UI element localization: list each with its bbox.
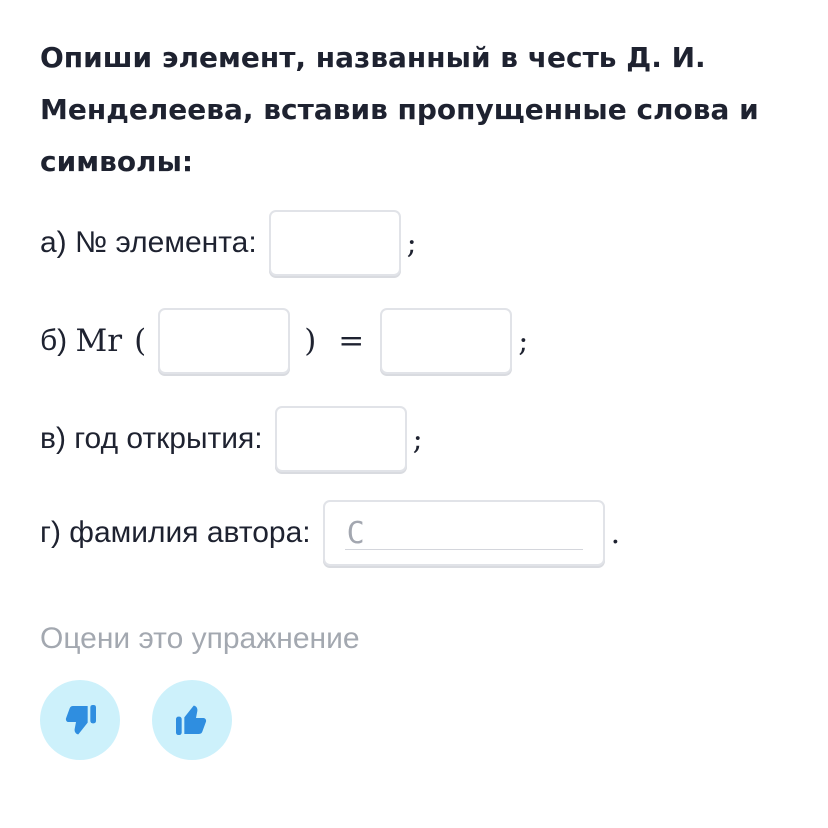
element-number-input[interactable] xyxy=(268,210,401,276)
equals-sign: = xyxy=(338,323,365,359)
question-line-3: символы: xyxy=(40,145,194,178)
thumbs-down-icon xyxy=(65,705,96,735)
thumbs-up-icon xyxy=(176,705,207,735)
author-surname-value: С xyxy=(346,516,365,551)
item-d-row: г) фамилия автора: С . xyxy=(40,500,620,566)
like-button[interactable] xyxy=(152,680,232,760)
input-underline xyxy=(344,549,583,550)
item-c-semicolon: ; xyxy=(412,421,423,457)
dislike-button[interactable] xyxy=(40,680,120,760)
question-line-1: Опиши элемент, названный в честь Д. И. xyxy=(40,41,706,74)
item-a-semicolon: ; xyxy=(406,225,417,261)
rate-exercise-label: Оцени это упражнение xyxy=(40,622,360,655)
item-a-label: № элемента: xyxy=(75,226,257,259)
item-a-row: а) № элемента: ; xyxy=(40,210,417,276)
mr-label: Mr xyxy=(75,323,123,359)
question-text: Опиши элемент, названный в честь Д. И. М… xyxy=(40,32,780,188)
item-a-prefix: а) xyxy=(40,226,76,259)
item-b-row: б) Mr ( ) = ; xyxy=(40,308,528,374)
molar-mass-input[interactable] xyxy=(380,308,513,374)
open-paren: ( xyxy=(134,323,147,359)
element-symbol-input[interactable] xyxy=(158,308,291,374)
item-d-label: г) фамилия автора: xyxy=(40,516,311,549)
item-b-semicolon: ; xyxy=(518,323,529,359)
item-d-period: . xyxy=(610,515,621,551)
item-c-row: в) год открытия: ; xyxy=(40,406,423,472)
close-paren: ) xyxy=(304,323,317,359)
question-line-2: Менделеева, вставив пропущенные слова и xyxy=(40,93,759,126)
item-c-label: в) год открытия: xyxy=(40,422,263,455)
discovery-year-input[interactable] xyxy=(274,406,407,472)
item-b-prefix: б) xyxy=(40,324,76,357)
author-surname-input[interactable]: С xyxy=(322,500,605,566)
